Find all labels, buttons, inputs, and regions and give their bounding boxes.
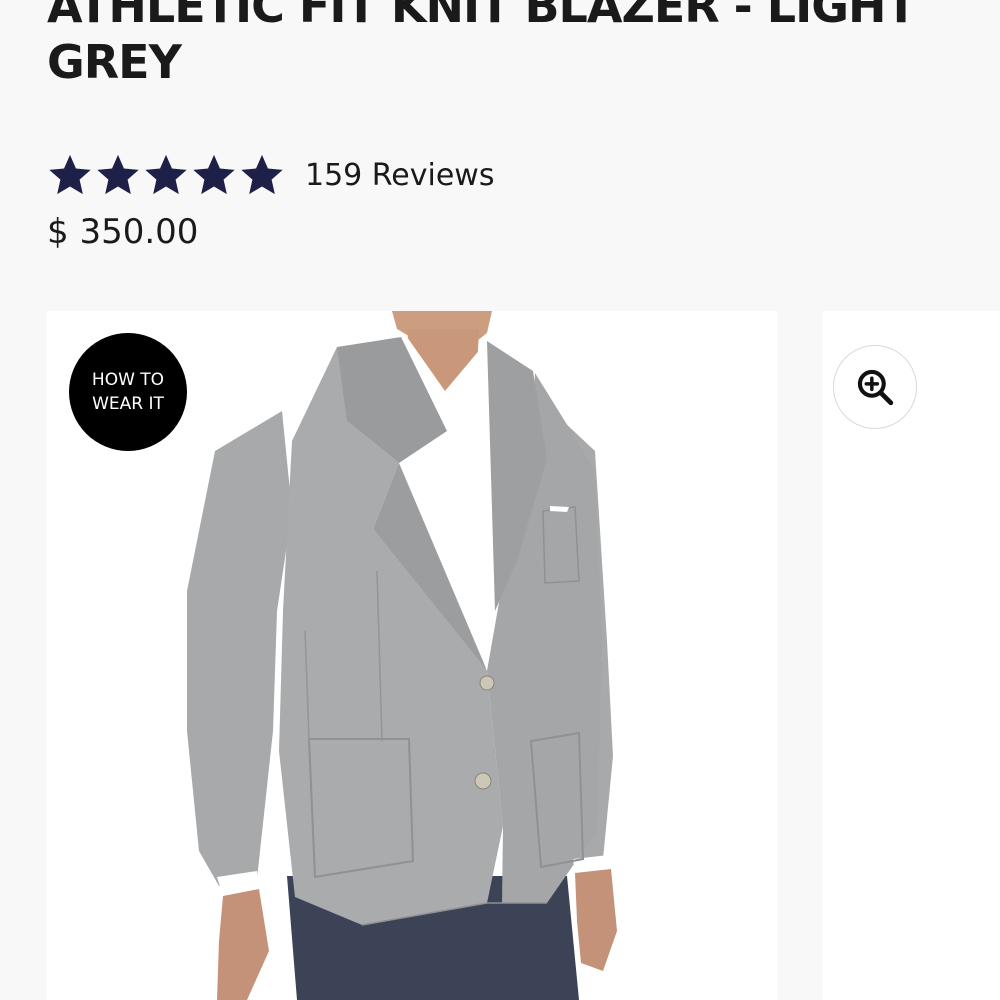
how-to-wear-it-badge[interactable]: HOW TO WEAR IT [69, 333, 187, 451]
star-icon [145, 154, 187, 195]
product-price: $ 350.00 [47, 212, 199, 252]
star-rating [47, 152, 287, 198]
product-title: ATHLETIC FIT KNIT BLAZER - LIGHT GREY [47, 0, 917, 89]
zoom-in-icon [857, 369, 894, 406]
badge-line-2: WEAR IT [92, 394, 164, 414]
product-image-next[interactable] [823, 311, 1000, 1000]
star-icon [193, 154, 235, 195]
reviews-link[interactable]: 159 Reviews [305, 158, 494, 193]
star-icon [241, 154, 283, 195]
zoom-button[interactable] [833, 345, 917, 429]
star-icon [97, 154, 139, 195]
product-rating[interactable]: 159 Reviews [47, 152, 494, 198]
badge-line-1: HOW TO [91, 370, 165, 390]
product-image-main[interactable]: HOW TO WEAR IT [47, 311, 777, 1000]
star-icon [49, 154, 91, 195]
